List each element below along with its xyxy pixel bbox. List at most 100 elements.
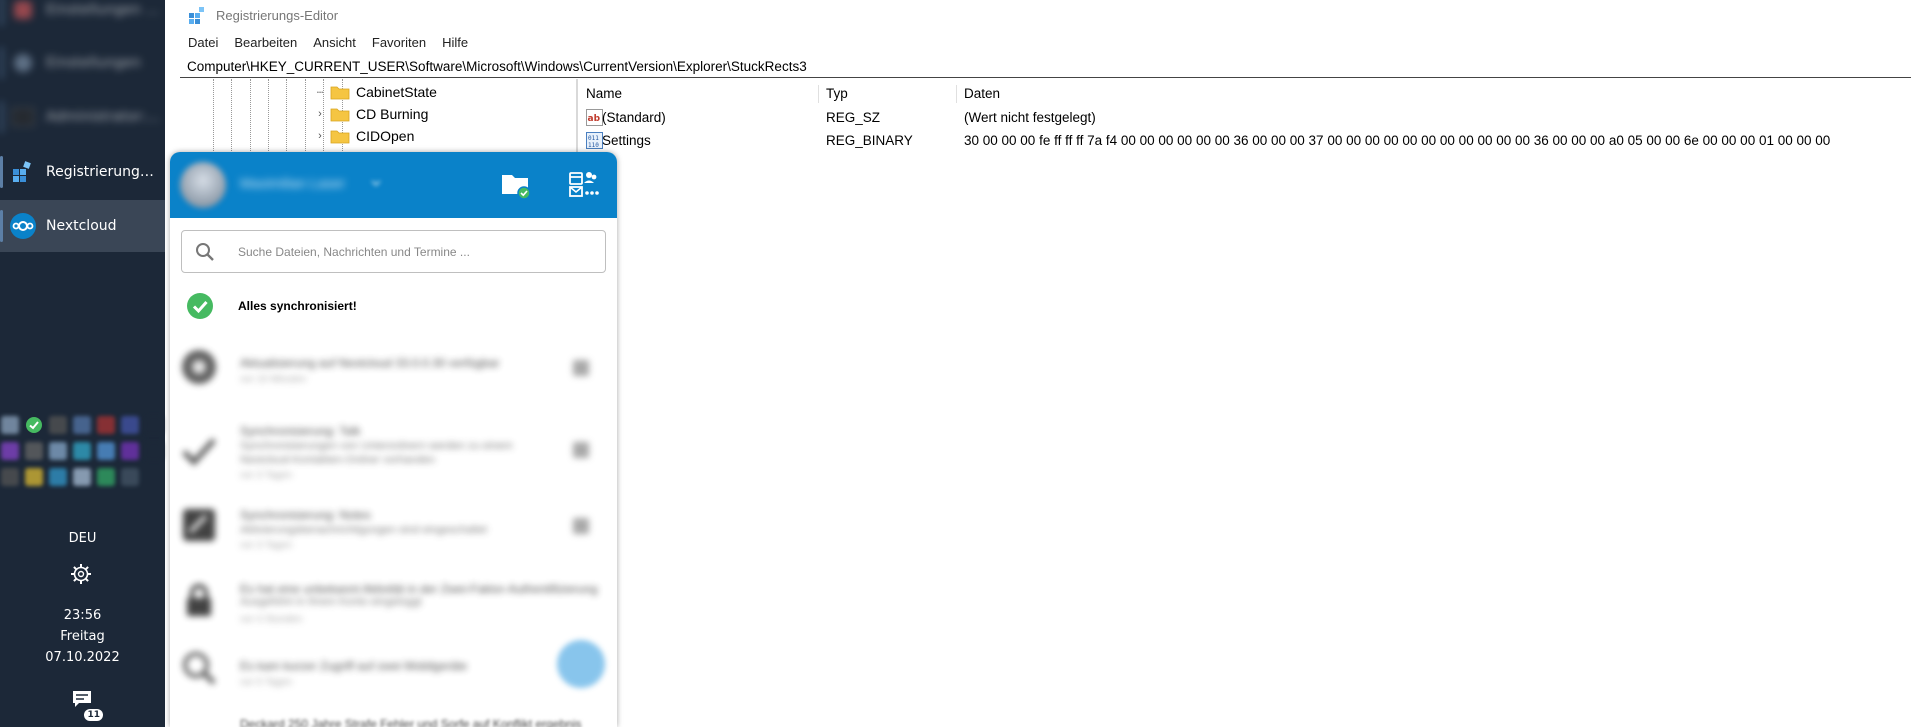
tray-app-icon[interactable] (121, 416, 139, 434)
tray-app-icon[interactable] (121, 468, 139, 486)
tray-app-icon[interactable] (25, 442, 43, 460)
gear-icon[interactable] (70, 563, 92, 585)
taskbar: Einstellungen Prot… Einstellungen Admini… (0, 0, 165, 727)
search-device-icon (183, 652, 216, 685)
chevron-down-icon[interactable] (370, 177, 382, 189)
taskbar-app-label: Administrator: E… (46, 109, 161, 125)
value-row-settings[interactable]: 011 110 Settings REG_BINARY 30 00 00 00 … (580, 130, 1911, 152)
tray-app-icon[interactable] (121, 442, 139, 460)
activity-item[interactable]: Aktualisierung auf Nextcloud 33.0.0.30 v… (170, 348, 617, 408)
tray-app-icon[interactable] (73, 468, 91, 486)
sync-status-text: Alles synchronisiert! (238, 299, 357, 313)
activity-time: vor 5 Tagen (240, 677, 293, 688)
menu-bearbeiten[interactable]: Bearbeiten (226, 35, 305, 50)
column-header-type[interactable]: Typ (826, 86, 848, 101)
activity-time: vor 3 Tagen (240, 470, 293, 481)
search-input[interactable] (238, 244, 578, 259)
clock-time[interactable]: 23:56 (0, 608, 165, 623)
svg-text:110: 110 (588, 142, 599, 149)
taskbar-app-label: Registrierungs-E… (46, 164, 161, 180)
tray-app-icon[interactable] (25, 468, 43, 486)
clock-weekday[interactable]: Freitag (0, 629, 165, 644)
tree-item-cd-burning[interactable]: › CD Burning (314, 104, 428, 124)
taskbar-app-indicator (0, 101, 3, 133)
column-separator[interactable] (818, 85, 819, 103)
tray-app-icon[interactable] (73, 416, 91, 434)
tray-app-icon[interactable] (49, 442, 67, 460)
tray-app-icon[interactable] (1, 442, 19, 460)
app-icon (10, 0, 36, 23)
activity-subtitle: Nextcloud-Kontakten-Ordner vorhanden (240, 454, 436, 466)
menu-hilfe[interactable]: Hilfe (434, 35, 476, 50)
column-separator[interactable] (956, 85, 957, 103)
tray-app-icon[interactable] (1, 416, 19, 434)
tray-app-icon[interactable] (1, 468, 19, 486)
taskbar-app-registry-editor[interactable]: Registrierungs-E… (0, 146, 165, 198)
value-type: REG_BINARY (826, 133, 913, 148)
taskbar-app-settings-protocol[interactable]: Einstellungen Prot… (0, 0, 165, 36)
string-value-icon: ab (586, 109, 603, 126)
activity-item[interactable]: Es kam kurzer Zugriff auf zwei Mobilgerä… (170, 647, 617, 707)
activity-title: Synchronisierung: Talk (240, 424, 361, 438)
clock-date[interactable]: 07.10.2022 (0, 650, 165, 665)
tray-app-icon[interactable] (145, 442, 163, 460)
nextcloud-header: Maximilian Laser (170, 152, 617, 218)
taskbar-app-administrator[interactable]: Administrator: E… (0, 91, 165, 143)
nextcloud-sync-ok-icon[interactable] (25, 416, 43, 434)
notification-center-button[interactable]: 11 (71, 689, 103, 721)
search-box[interactable] (181, 230, 606, 273)
taskbar-app-indicator (0, 210, 3, 242)
tray-app-icon[interactable] (145, 416, 163, 434)
registry-editor-icon (189, 7, 204, 24)
gear-icon (10, 50, 36, 76)
window-titlebar[interactable]: Registrierungs-Editor (180, 0, 338, 30)
chevron-right-icon[interactable]: › (314, 108, 326, 120)
tray-app-icon[interactable] (97, 442, 115, 460)
action-button[interactable] (557, 640, 605, 688)
dismiss-icon[interactable] (573, 360, 589, 376)
values-list[interactable]: Name Typ Daten ab (Standard) REG_SZ (Wer… (580, 79, 1911, 727)
value-data: 30 00 00 00 fe ff ff ff 7a f4 00 00 00 0… (964, 133, 1831, 148)
local-folder-icon[interactable] (500, 170, 532, 200)
chevron-right-icon[interactable]: › (314, 130, 326, 142)
activity-title: Deckard 250 Jahre Strafe Fehler und Sorf… (240, 717, 582, 727)
window-title: Registrierungs-Editor (216, 7, 339, 23)
tray-app-icon[interactable] (73, 442, 91, 460)
account-name[interactable]: Maximilian Laser (240, 175, 345, 191)
activity-title: Es kam kurzer Zugriff auf zwei Mobilgerä… (240, 659, 468, 673)
terminal-icon (10, 104, 36, 130)
menu-datei[interactable]: Datei (180, 35, 226, 50)
tray-app-icon[interactable] (97, 468, 115, 486)
language-indicator[interactable]: DEU (0, 531, 165, 546)
column-header-name[interactable]: Name (586, 86, 622, 101)
value-row-standard[interactable]: ab (Standard) REG_SZ (Wert nicht festgel… (580, 107, 1911, 129)
system-tray-icons (0, 412, 165, 490)
activity-item[interactable]: Synchronisierung: Notes Aktivierungsbena… (170, 504, 617, 564)
activity-item[interactable]: Synchronisierung: Talk Synchronisierunge… (170, 420, 617, 492)
update-gear-icon (182, 350, 216, 384)
dismiss-icon[interactable] (573, 442, 589, 458)
tree-item-cabinetstate[interactable]: ┄ CabinetState (314, 82, 437, 102)
value-name: (Standard) (602, 110, 666, 125)
taskbar-app-settings[interactable]: Einstellungen (0, 37, 165, 89)
tray-app-icon[interactable] (97, 416, 115, 434)
notification-count-badge: 11 (84, 709, 103, 721)
address-bar[interactable]: Computer\HKEY_CURRENT_USER\Software\Micr… (180, 56, 1911, 78)
registry-path: Computer\HKEY_CURRENT_USER\Software\Micr… (187, 59, 807, 74)
activity-title: Synchronisierung: Notes (240, 508, 371, 522)
svg-text:ab: ab (588, 114, 601, 124)
tray-app-icon[interactable] (49, 416, 67, 434)
apps-menu-icon[interactable] (567, 168, 599, 200)
activity-item[interactable]: Es hat eine unbekannt Aktivität in der Z… (170, 576, 617, 636)
tray-app-icon[interactable] (49, 468, 67, 486)
menu-favoriten[interactable]: Favoriten (364, 35, 434, 50)
activity-subtitle: Aktivierungsbenachrichtigungen sind eing… (240, 524, 488, 536)
tree-item-cidopen[interactable]: › CIDOpen (314, 126, 414, 146)
taskbar-app-nextcloud[interactable]: Nextcloud (0, 200, 165, 252)
dismiss-icon[interactable] (573, 518, 589, 534)
menu-bar: Datei Bearbeiten Ansicht Favoriten Hilfe (180, 30, 476, 54)
avatar[interactable] (180, 162, 226, 208)
check-circle-icon (187, 293, 213, 319)
column-header-data[interactable]: Daten (964, 86, 1000, 101)
menu-ansicht[interactable]: Ansicht (305, 35, 364, 50)
